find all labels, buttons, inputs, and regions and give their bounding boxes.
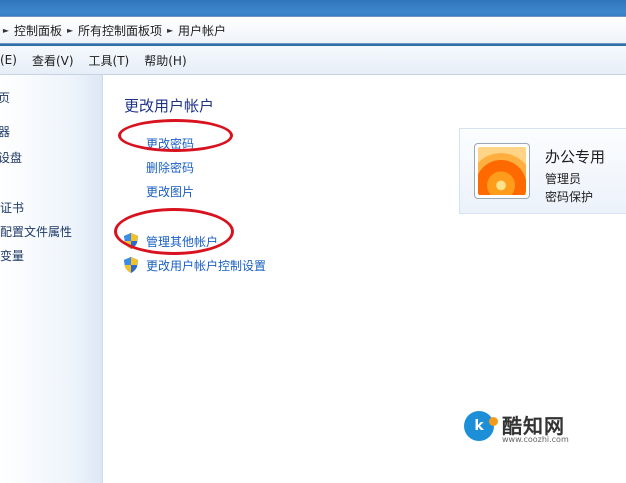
user-account-card: 办公专用 管理员 密码保护 xyxy=(459,128,626,214)
address-bar: ► 控制面板 ► 所有控制面板项 ► 用户帐户 xyxy=(0,0,626,46)
chevron-right-icon[interactable]: ► xyxy=(64,26,76,35)
annotation-oval xyxy=(118,119,233,152)
change-picture-link[interactable]: 更改图片 xyxy=(146,183,194,200)
user-avatar[interactable] xyxy=(474,143,530,199)
watermark-url: www.coozhi.com xyxy=(502,435,569,444)
chevron-right-icon: ► xyxy=(2,25,10,35)
remove-password-link[interactable]: 删除密码 xyxy=(146,159,194,176)
flower-picture-icon xyxy=(478,147,526,195)
user-name: 办公专用 xyxy=(545,148,606,166)
address-field[interactable]: ► 控制面板 ► 所有控制面板项 ► 用户帐户 xyxy=(0,16,626,44)
password-status: 密码保护 xyxy=(545,190,594,204)
sidebar-item-home[interactable]: 页 xyxy=(0,89,10,106)
menu-tools[interactable]: 工具(T) xyxy=(89,52,130,69)
menu-bar: (E) 查看(V) 工具(T) 帮助(H) xyxy=(0,46,626,75)
breadcrumb-control-panel[interactable]: 控制面板 xyxy=(12,22,64,39)
breadcrumb-all-items[interactable]: 所有控制面板项 xyxy=(76,22,164,39)
sidebar: 页 器 设盘 密证书 户配置文件属性 境变量 xyxy=(0,75,103,483)
uac-shield-icon xyxy=(124,257,138,273)
coozhi-logo-icon: k xyxy=(464,411,498,441)
breadcrumb-user-accounts[interactable]: 用户帐户 xyxy=(176,22,228,39)
page-title: 更改用户帐户 xyxy=(124,97,215,115)
watermark: k 酷知网 www.coozhi.com xyxy=(464,409,624,449)
sidebar-item-profile-properties[interactable]: 户配置文件属性 xyxy=(0,223,72,240)
breadcrumb: ► 控制面板 ► 所有控制面板项 ► 用户帐户 xyxy=(0,22,228,38)
uac-settings-link[interactable]: 更改用户帐户控制设置 xyxy=(146,257,266,274)
menu-view[interactable]: 查看(V) xyxy=(32,52,74,69)
sidebar-item-manager[interactable]: 器 xyxy=(0,123,10,140)
sidebar-item-reset-disk[interactable]: 设盘 xyxy=(0,149,22,166)
user-role: 管理员 xyxy=(545,172,582,186)
sidebar-item-certificates[interactable]: 密证书 xyxy=(0,199,24,216)
menu-help[interactable]: 帮助(H) xyxy=(144,52,186,69)
menu-edit[interactable]: (E) xyxy=(0,53,17,67)
sidebar-item-env-variables[interactable]: 境变量 xyxy=(0,247,24,264)
chevron-right-icon[interactable]: ► xyxy=(164,26,176,35)
annotation-oval xyxy=(114,208,234,255)
